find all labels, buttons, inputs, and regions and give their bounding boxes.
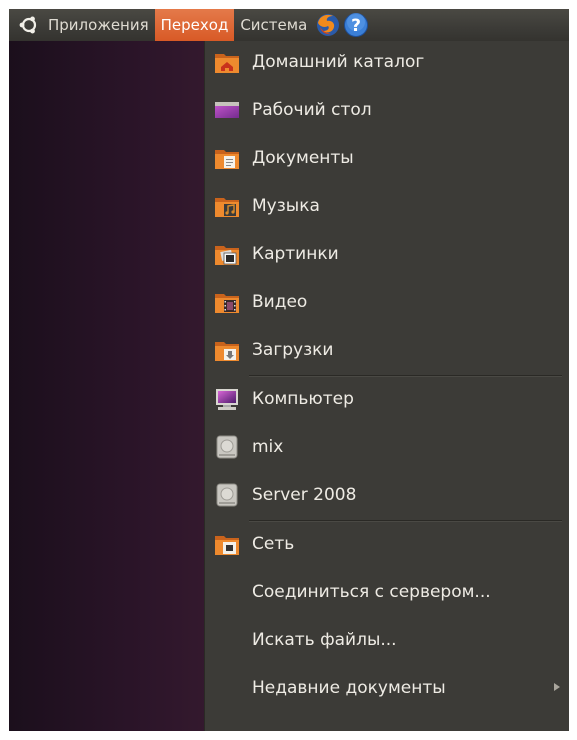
menu-item-desktop[interactable]: Рабочий стол	[205, 90, 569, 130]
drive-icon	[216, 483, 238, 507]
menu-item-label: Рабочий стол	[252, 100, 372, 120]
menu-item-label: Документы	[252, 148, 354, 168]
menu-item-mix[interactable]: mix	[205, 427, 569, 467]
menu-system[interactable]: Система	[234, 9, 313, 41]
svg-text:?: ?	[351, 16, 361, 36]
menu-places[interactable]: Переход	[154, 9, 235, 41]
menu-item-videos[interactable]: Видео	[205, 282, 569, 322]
home-folder-icon	[215, 54, 239, 73]
menu-item-computer[interactable]: Компьютер	[205, 379, 569, 419]
menu-item-label: Соединиться с сервером...	[252, 582, 491, 602]
downloads-folder-icon	[215, 342, 239, 361]
pictures-folder-icon	[215, 246, 239, 265]
menu-item-network[interactable]: Сеть	[205, 524, 569, 564]
menu-separator	[249, 375, 562, 377]
computer-icon	[216, 389, 238, 410]
menu-applications[interactable]: Приложения	[40, 9, 155, 41]
music-folder-icon	[215, 198, 239, 217]
menu-separator	[249, 520, 562, 522]
menu-item-documents[interactable]: Документы	[205, 138, 569, 178]
drive-icon	[216, 435, 238, 459]
submenu-arrow-icon	[554, 683, 560, 691]
menu-item-server-2008[interactable]: Server 2008	[205, 475, 569, 515]
menu-item-recent-documents[interactable]: Недавние документы	[205, 668, 569, 708]
top-panel: Приложения Переход Система ?	[9, 9, 569, 41]
menu-item-label: Музыка	[252, 196, 320, 216]
network-folder-icon	[215, 536, 239, 555]
menu-item-label: Компьютер	[252, 389, 354, 409]
menu-item-connect-to-server[interactable]: Соединиться с сервером...	[205, 572, 569, 612]
help-icon[interactable]: ?	[343, 12, 369, 38]
menu-item-label: mix	[252, 437, 284, 457]
menu-item-label: Искать файлы...	[252, 630, 397, 650]
menu-item-label: Сеть	[252, 534, 295, 554]
menu-item-pictures[interactable]: Картинки	[205, 234, 569, 274]
menu-item-label: Видео	[252, 292, 308, 312]
menu-item-home-folder[interactable]: Домашний каталог	[205, 42, 569, 82]
menu-item-label: Домашний каталог	[252, 52, 425, 72]
menu-item-label: Server 2008	[252, 485, 357, 505]
menu-item-label: Картинки	[252, 244, 339, 264]
menu-item-label: Недавние документы	[252, 678, 446, 698]
menu-item-label: Загрузки	[252, 340, 334, 360]
places-menu: Домашний каталог Рабочий стол Документы	[204, 41, 569, 731]
menu-item-search-files[interactable]: Искать файлы...	[205, 620, 569, 660]
menu-item-music[interactable]: Музыка	[205, 186, 569, 226]
ubuntu-logo-icon[interactable]	[18, 14, 40, 36]
firefox-icon[interactable]	[315, 12, 341, 38]
menu-item-downloads[interactable]: Загрузки	[205, 330, 569, 370]
desktop: Приложения Переход Система ? Домашний ка…	[9, 9, 569, 731]
videos-folder-icon	[215, 294, 239, 313]
desktop-icon	[215, 102, 239, 118]
documents-folder-icon	[215, 150, 239, 169]
